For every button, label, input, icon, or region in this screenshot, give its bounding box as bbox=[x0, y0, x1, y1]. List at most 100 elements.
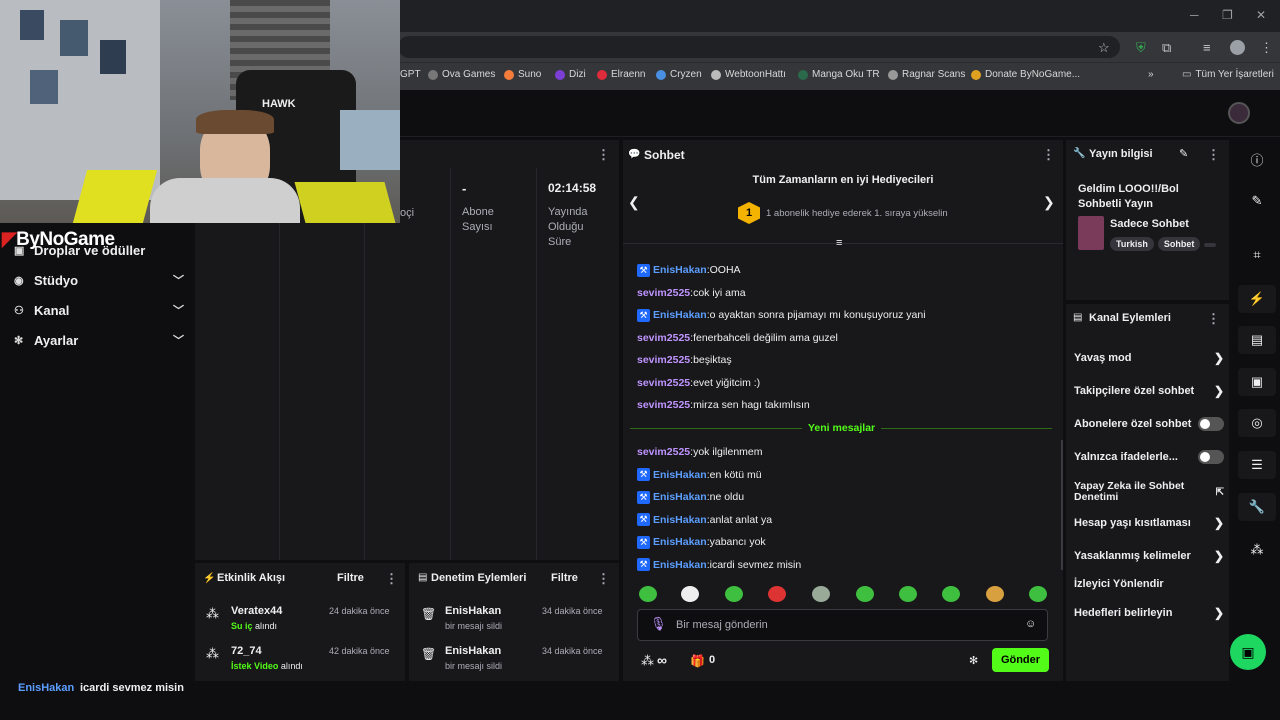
star-icon[interactable]: ☆ bbox=[1098, 40, 1110, 56]
bookmark-item[interactable]: WebtoonHattı bbox=[711, 69, 786, 80]
channel-action-4[interactable]: Yapay Zeka ile Sohbet Denetimi ⇱ bbox=[1074, 477, 1224, 507]
bookmark-icon bbox=[597, 69, 607, 80]
chevron-right-icon[interactable]: ❯ bbox=[1043, 194, 1055, 211]
bookmark-item[interactable]: Ragnar Scans bbox=[888, 69, 965, 80]
chat-username[interactable]: sevim2525 bbox=[637, 287, 690, 299]
chat-username[interactable]: EnisHakan bbox=[653, 309, 707, 321]
points-icon[interactable]: ⁂ bbox=[1238, 536, 1276, 564]
channel-action-3[interactable]: Yalnızca ifadelerle... bbox=[1074, 446, 1224, 468]
all-bookmarks[interactable]: ▭ Tüm Yer İşaretleri bbox=[1182, 69, 1274, 80]
bolt-icon[interactable]: ⚡ bbox=[1238, 285, 1276, 313]
chat-username[interactable]: EnisHakan bbox=[653, 536, 707, 548]
chat-bubble-icon[interactable]: ▣ bbox=[1238, 368, 1276, 396]
bookmark-item[interactable]: Dizi bbox=[555, 69, 586, 80]
chevron-left-icon[interactable]: ❮ bbox=[628, 194, 640, 211]
tag[interactable]: Turkish bbox=[1110, 237, 1154, 251]
points-icon: ⁂ bbox=[206, 646, 219, 661]
pin-toggle-icon[interactable]: ≡ bbox=[836, 237, 842, 249]
sidebar-item-settings[interactable]: ✻ Ayarlar ﹀ bbox=[14, 325, 184, 355]
emote-icon[interactable] bbox=[1029, 586, 1047, 602]
more-icon[interactable]: ⋮ bbox=[1207, 147, 1220, 163]
address-bar[interactable] bbox=[398, 36, 1120, 58]
more-icon[interactable]: ⋮ bbox=[1207, 311, 1220, 327]
emote-icon[interactable] bbox=[856, 586, 874, 602]
document-icon[interactable]: ▤ bbox=[1238, 326, 1276, 354]
chat-text: OOHA bbox=[709, 264, 741, 276]
chat-scrollbar[interactable] bbox=[1061, 440, 1063, 570]
bookmark-item[interactable]: GPT bbox=[400, 69, 421, 80]
emote-icon[interactable] bbox=[812, 586, 830, 602]
tag[interactable]: Sohbet bbox=[1157, 237, 1201, 251]
bookmark-item[interactable]: Ova Games bbox=[428, 69, 495, 80]
emote-icon[interactable] bbox=[639, 586, 657, 602]
channel-action-6[interactable]: Yasaklanmış kelimeler ❯ bbox=[1074, 545, 1224, 567]
maximize-button[interactable]: ❐ bbox=[1222, 8, 1233, 22]
bookmark-item[interactable]: Suno bbox=[504, 69, 541, 80]
pencil-icon[interactable]: ✎ bbox=[1238, 187, 1276, 215]
profile-icon[interactable] bbox=[1230, 40, 1245, 55]
channel-action-8[interactable]: Hedefleri belirleyin ❯ bbox=[1074, 602, 1224, 624]
moderation-desc: bir mesajı sildi bbox=[445, 661, 503, 671]
bookmark-item[interactable]: Elraenn bbox=[597, 69, 645, 80]
bookmark-overflow[interactable]: » bbox=[1148, 69, 1154, 80]
info-icon[interactable]: ⓘ bbox=[1238, 145, 1276, 173]
mod-icon: ▤ bbox=[418, 572, 428, 583]
channel-action-0[interactable]: Yavaş mod ❯ bbox=[1074, 347, 1224, 369]
chat-username[interactable]: sevim2525 bbox=[637, 377, 690, 389]
channel-action-1[interactable]: Takipçilere özel sohbet ❯ bbox=[1074, 380, 1224, 402]
toggle-switch[interactable] bbox=[1198, 417, 1224, 431]
emote-icon[interactable] bbox=[681, 586, 699, 602]
emote-icon[interactable] bbox=[768, 586, 786, 602]
chat-username[interactable]: sevim2525 bbox=[637, 446, 690, 458]
stat-partial-label: oçi bbox=[400, 207, 415, 219]
menu-icon[interactable]: ⋮ bbox=[1260, 40, 1273, 56]
channel-action-5[interactable]: Hesap yaşı kısıtlaması ❯ bbox=[1074, 512, 1224, 534]
sidebar-item-channel[interactable]: ⚇ Kanal ﹀ bbox=[14, 295, 184, 325]
wrench-icon[interactable]: 🔧 bbox=[1238, 493, 1276, 521]
emoji-icon[interactable]: ☺ bbox=[1025, 618, 1036, 630]
activity-filter-button[interactable]: Filtre bbox=[337, 572, 364, 584]
channel-action-2[interactable]: Abonelere özel sohbet bbox=[1074, 413, 1224, 435]
chat-username[interactable]: EnisHakan bbox=[653, 514, 707, 526]
moderator-badge-icon: ⚒ bbox=[637, 308, 650, 322]
avatar[interactable] bbox=[1228, 102, 1250, 124]
bookmark-item[interactable]: Manga Oku TR bbox=[798, 69, 880, 80]
help-chat-button[interactable]: ▣ bbox=[1230, 634, 1266, 670]
bookmark-item[interactable]: Cryzen bbox=[656, 69, 702, 80]
toggle-switch[interactable] bbox=[1198, 450, 1224, 464]
tag[interactable] bbox=[1204, 243, 1217, 247]
shield-icon[interactable]: ⛨ bbox=[1136, 40, 1146, 56]
emote-icon[interactable] bbox=[899, 586, 917, 602]
chat-username[interactable]: sevim2525 bbox=[637, 399, 690, 411]
scan-icon[interactable]: ⌗ bbox=[1238, 241, 1276, 269]
emote-icon[interactable] bbox=[942, 586, 960, 602]
category-thumbnail bbox=[1078, 216, 1104, 250]
folder-icon: ▭ bbox=[1182, 69, 1192, 80]
channel-action-7[interactable]: İzleyici Yönlendir bbox=[1074, 573, 1224, 595]
extensions-icon[interactable]: ⧉ bbox=[1162, 40, 1171, 56]
chat-username[interactable]: EnisHakan bbox=[653, 559, 707, 571]
media-icon[interactable]: ≡ bbox=[1203, 40, 1211, 55]
chat-username[interactable]: EnisHakan bbox=[653, 491, 707, 503]
more-icon[interactable]: ⋮ bbox=[1042, 147, 1055, 163]
chat-username[interactable]: EnisHakan bbox=[653, 264, 707, 276]
send-button[interactable]: Gönder bbox=[992, 648, 1049, 672]
chat-username[interactable]: sevim2525 bbox=[637, 332, 690, 344]
bookmark-item[interactable]: Donate ByNoGame... bbox=[971, 69, 1080, 80]
close-button[interactable]: ✕ bbox=[1256, 8, 1266, 22]
broadcast-icon[interactable]: ◎ bbox=[1238, 409, 1276, 437]
more-icon[interactable]: ⋮ bbox=[385, 571, 398, 587]
edit-icon[interactable]: ✎ bbox=[1179, 147, 1188, 160]
chat-username[interactable]: sevim2525 bbox=[637, 354, 690, 366]
more-icon[interactable]: ⋮ bbox=[597, 147, 610, 163]
moderation-filter-button[interactable]: Filtre bbox=[551, 572, 578, 584]
minimize-button[interactable]: ─ bbox=[1190, 8, 1199, 22]
chat-username[interactable]: EnisHakan bbox=[653, 469, 707, 481]
emote-icon[interactable] bbox=[986, 586, 1004, 602]
gear-icon[interactable]: ✻ bbox=[969, 654, 978, 667]
sidebar-item-studio[interactable]: ◉ Stüdyo ﹀ bbox=[14, 265, 184, 295]
emote-icon[interactable] bbox=[725, 586, 743, 602]
layout-icon[interactable]: ☰ bbox=[1238, 451, 1276, 479]
mic-icon[interactable]: 🎙 bbox=[650, 616, 667, 632]
more-icon[interactable]: ⋮ bbox=[597, 571, 610, 587]
